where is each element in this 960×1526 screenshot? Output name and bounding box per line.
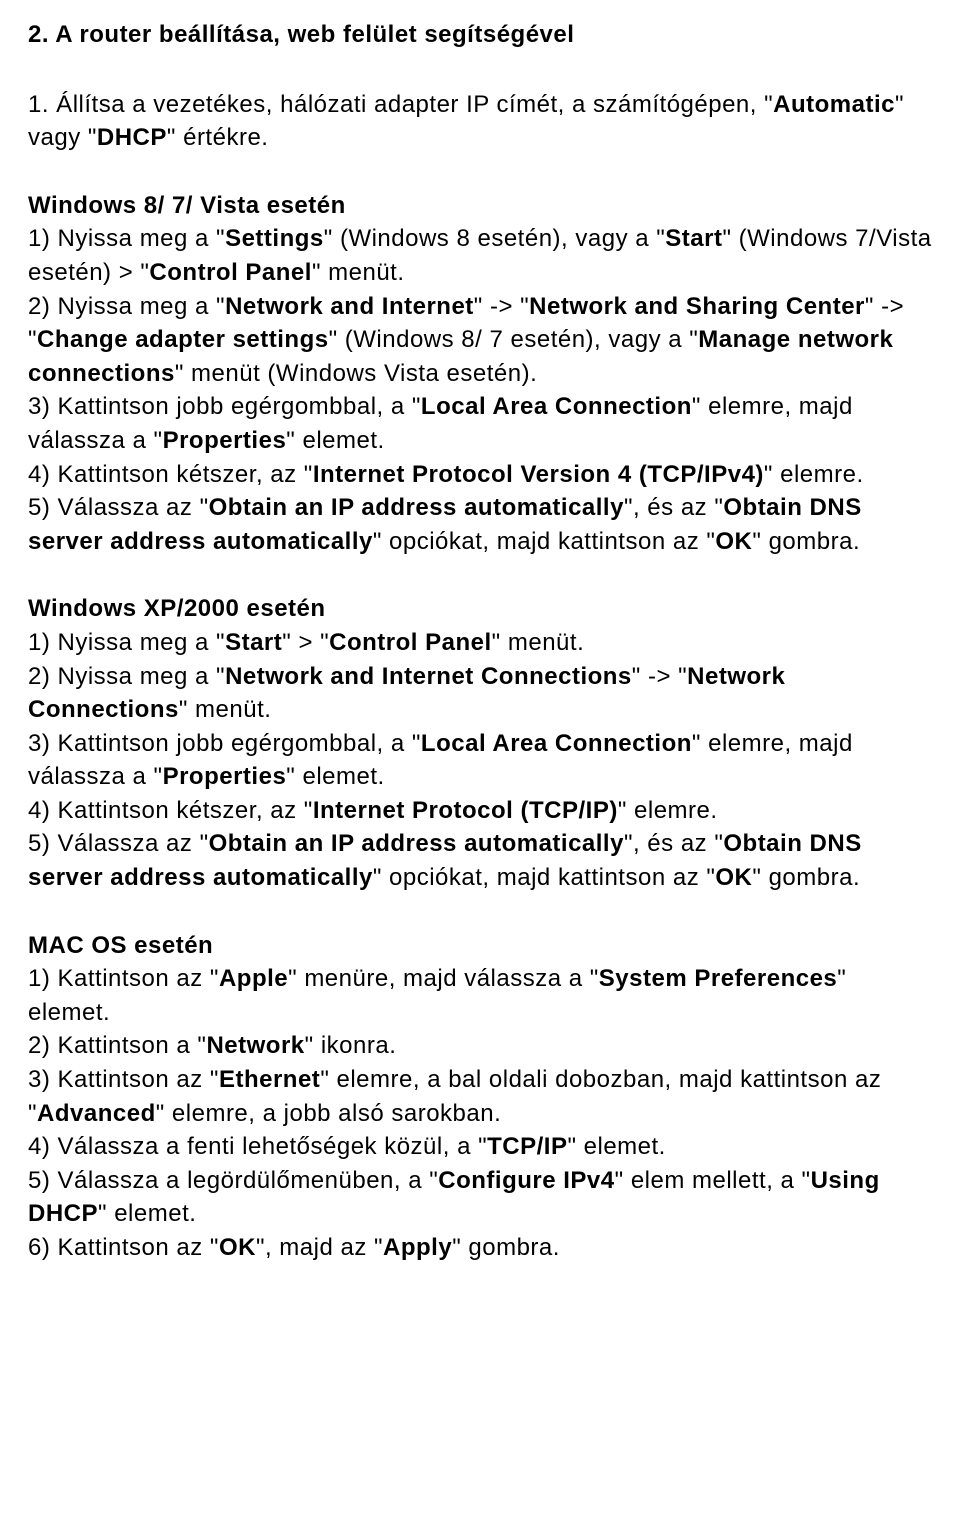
t: " menüt (Windows Vista esetén).: [175, 360, 537, 387]
b: OK: [219, 1234, 256, 1261]
b: Internet Protocol (TCP/IP): [313, 797, 618, 824]
b: Obtain an IP address automatically: [209, 494, 624, 521]
t: 2) Kattintson a ": [28, 1032, 206, 1059]
mac-heading: MAC OS esetén: [28, 929, 934, 963]
b: Internet Protocol Version 4 (TCP/IPv4): [313, 461, 764, 488]
b: Network and Internet Connections: [225, 663, 632, 690]
t: " elemet.: [286, 427, 384, 454]
intro-paragraph: 1. Állítsa a vezetékes, hálózati adapter…: [28, 88, 934, 155]
t: 3) Kattintson jobb egérgombbal, a ": [28, 730, 421, 757]
mac-s6: 6) Kattintson az "OK", majd az "Apply" g…: [28, 1231, 934, 1265]
t: " elemre.: [618, 797, 718, 824]
winxp-heading: Windows XP/2000 esetén: [28, 592, 934, 626]
t: " opciókat, majd kattintson az ": [373, 528, 716, 555]
t: " elemet.: [286, 763, 384, 790]
b: Start: [665, 225, 722, 252]
t: " > ": [282, 629, 329, 656]
t: 2) Nyissa meg a ": [28, 663, 225, 690]
t: " elemre, a jobb alsó sarokban.: [156, 1100, 502, 1127]
t: " menüt.: [492, 629, 585, 656]
t: " menüt.: [179, 696, 272, 723]
t: " -> ": [632, 663, 687, 690]
b: Configure IPv4: [438, 1167, 614, 1194]
intro-t3: " értékre.: [167, 124, 269, 151]
b: Apple: [219, 965, 288, 992]
b: Ethernet: [219, 1066, 320, 1093]
b: Settings: [225, 225, 324, 252]
winxp-s2: 2) Nyissa meg a "Network and Internet Co…: [28, 660, 934, 727]
winxp-s5: 5) Válassza az "Obtain an IP address aut…: [28, 827, 934, 894]
t: " menüre, majd válassza a ": [288, 965, 599, 992]
t: 1) Nyissa meg a ": [28, 629, 225, 656]
t: 5) Válassza az ": [28, 494, 209, 521]
b: Properties: [163, 427, 287, 454]
t: 2) Nyissa meg a ": [28, 293, 225, 320]
t: 6) Kattintson az ": [28, 1234, 219, 1261]
b: Change adapter settings: [37, 326, 329, 353]
winxp-block: Windows XP/2000 esetén 1) Nyissa meg a "…: [28, 592, 934, 894]
mac-s3: 3) Kattintson az "Ethernet" elemre, a ba…: [28, 1063, 934, 1130]
t: 5) Válassza az ": [28, 830, 209, 857]
t: 3) Kattintson az ": [28, 1066, 219, 1093]
t: " elem mellett, a ": [615, 1167, 811, 1194]
b: OK: [715, 528, 752, 555]
page-title: 2. A router beállítása, web felület segí…: [28, 18, 934, 52]
win87-heading: Windows 8/ 7/ Vista esetén: [28, 189, 934, 223]
mac-s2: 2) Kattintson a "Network" ikonra.: [28, 1029, 934, 1063]
t: 5) Válassza a legördülőmenüben, a ": [28, 1167, 438, 1194]
t: " opciókat, majd kattintson az ": [373, 864, 716, 891]
t: " -> ": [474, 293, 529, 320]
win87-s5: 5) Válassza az "Obtain an IP address aut…: [28, 491, 934, 558]
win87-s1: 1) Nyissa meg a "Settings" (Windows 8 es…: [28, 222, 934, 289]
t: " ikonra.: [305, 1032, 397, 1059]
intro-b2: DHCP: [97, 124, 167, 151]
win87-s4: 4) Kattintson kétszer, az "Internet Prot…: [28, 458, 934, 492]
b: Properties: [163, 763, 287, 790]
t: 3) Kattintson jobb egérgombbal, a ": [28, 393, 421, 420]
win87-s3: 3) Kattintson jobb egérgombbal, a "Local…: [28, 390, 934, 457]
t: 1) Kattintson az ": [28, 965, 219, 992]
t: ", majd az ": [256, 1234, 383, 1261]
t: 4) Kattintson kétszer, az ": [28, 461, 313, 488]
t: 4) Válassza a fenti lehetőségek közül, a…: [28, 1133, 487, 1160]
t: 1) Nyissa meg a ": [28, 225, 225, 252]
t: " gombra.: [752, 528, 860, 555]
mac-block: MAC OS esetén 1) Kattintson az "Apple" m…: [28, 929, 934, 1265]
b: Network and Sharing Center: [529, 293, 865, 320]
b: Network and Internet: [225, 293, 474, 320]
b: Local Area Connection: [421, 393, 692, 420]
intro-b1: Automatic: [773, 91, 895, 118]
t: " gombra.: [452, 1234, 560, 1261]
b: Obtain an IP address automatically: [209, 830, 624, 857]
winxp-s3: 3) Kattintson jobb egérgombbal, a "Local…: [28, 727, 934, 794]
t: ", és az ": [624, 830, 723, 857]
win87-s2: 2) Nyissa meg a "Network and Internet" -…: [28, 290, 934, 391]
t: 4) Kattintson kétszer, az ": [28, 797, 313, 824]
b: TCP/IP: [487, 1133, 567, 1160]
b: System Preferences: [599, 965, 837, 992]
t: " elemet.: [98, 1200, 196, 1227]
t: " (Windows 8/ 7 esetén), vagy a ": [329, 326, 699, 353]
b: Advanced: [37, 1100, 156, 1127]
mac-s1: 1) Kattintson az "Apple" menüre, majd vá…: [28, 962, 934, 1029]
b: Apply: [383, 1234, 452, 1261]
intro-t1: 1. Állítsa a vezetékes, hálózati adapter…: [28, 91, 773, 118]
winxp-s1: 1) Nyissa meg a "Start" > "Control Panel…: [28, 626, 934, 660]
t: " elemet.: [567, 1133, 665, 1160]
mac-s4: 4) Válassza a fenti lehetőségek közül, a…: [28, 1130, 934, 1164]
winxp-s4: 4) Kattintson kétszer, az "Internet Prot…: [28, 794, 934, 828]
t: " (Windows 8 esetén), vagy a ": [324, 225, 666, 252]
win87-block: Windows 8/ 7/ Vista esetén 1) Nyissa meg…: [28, 189, 934, 559]
t: " menüt.: [312, 259, 405, 286]
t: ", és az ": [624, 494, 723, 521]
t: " gombra.: [752, 864, 860, 891]
b: Local Area Connection: [421, 730, 692, 757]
b: Control Panel: [329, 629, 492, 656]
mac-s5: 5) Válassza a legördülőmenüben, a "Confi…: [28, 1164, 934, 1231]
b: OK: [715, 864, 752, 891]
t: " elemre.: [764, 461, 864, 488]
b: Start: [225, 629, 282, 656]
b: Control Panel: [149, 259, 312, 286]
b: Network: [206, 1032, 304, 1059]
